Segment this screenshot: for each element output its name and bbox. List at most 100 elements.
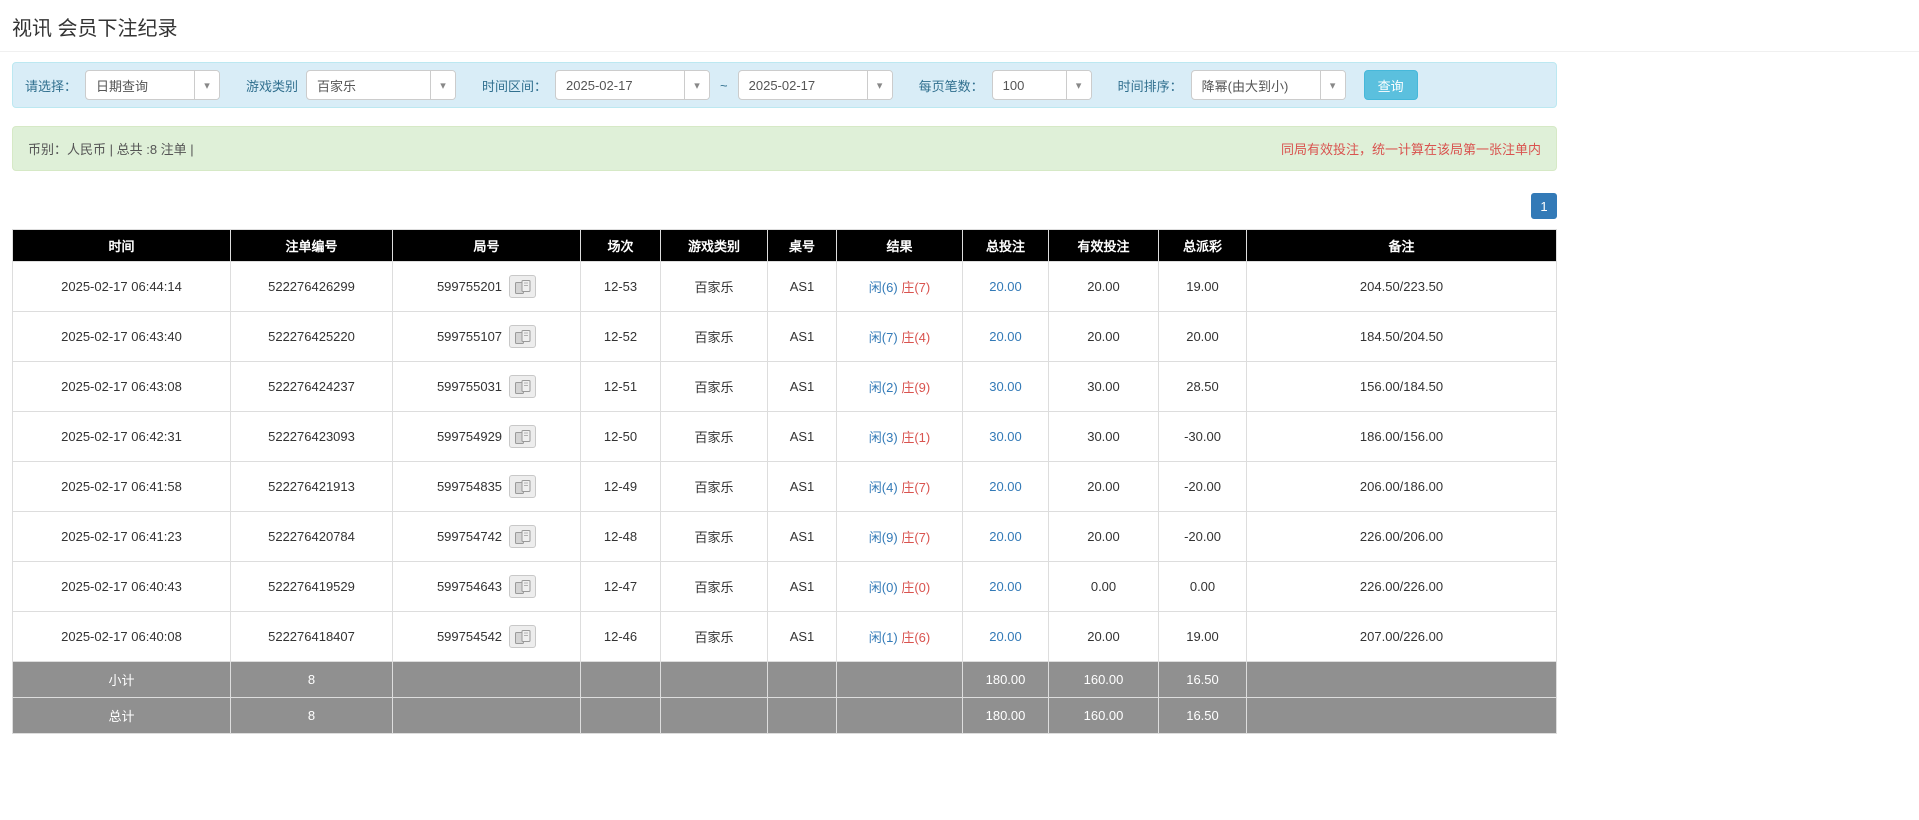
table-no-cell: AS1 (767, 361, 837, 412)
time-cell: 2025-02-17 06:40:43 (12, 561, 231, 612)
total-bet-link[interactable]: 20.00 (989, 329, 1022, 344)
player-result: 闲(3) (868, 430, 898, 445)
column-header: 时间 (12, 229, 231, 262)
result-cell: 闲(9) 庄(7) (836, 511, 963, 562)
round-cell: 599754742 (392, 511, 581, 562)
payout-cell: 0.00 (1158, 561, 1247, 612)
page-button[interactable]: 1 (1531, 193, 1557, 219)
player-result: 闲(2) (868, 380, 898, 395)
total-bet-cell: 20.00 (962, 261, 1049, 312)
table-no-cell: AS1 (767, 461, 837, 512)
page-size-select[interactable]: 100 ▾ (991, 70, 1092, 100)
summary-cell: 8 (230, 697, 393, 734)
filter-bar: 请选择： 日期查询 ▾ 游戏类别 百家乐 ▾ 时间区间： 2025-02-17 … (12, 62, 1557, 108)
remark-cell: 226.00/206.00 (1246, 511, 1557, 562)
date-from-value: 2025-02-17 (566, 77, 633, 93)
bet-id-cell: 522276420784 (230, 511, 393, 562)
valid-bet-cell: 20.00 (1048, 461, 1159, 512)
game-type-select[interactable]: 百家乐 ▾ (306, 70, 457, 100)
remark-cell: 226.00/226.00 (1246, 561, 1557, 612)
total-bet-link[interactable]: 20.00 (989, 479, 1022, 494)
payout-cell: -30.00 (1158, 411, 1247, 462)
view-round-cards-button[interactable] (509, 275, 537, 298)
player-result: 闲(0) (868, 580, 898, 595)
round-cell: 599754835 (392, 461, 581, 512)
summary-cell: 16.50 (1158, 661, 1247, 698)
table-no-cell: AS1 (767, 261, 837, 312)
player-result: 闲(7) (868, 330, 898, 345)
bet-id-cell: 522276425220 (230, 311, 393, 362)
game-type-cell: 百家乐 (660, 361, 768, 412)
date-to-select[interactable]: 2025-02-17 ▾ (737, 70, 893, 100)
session-cell: 12-50 (580, 411, 661, 462)
payout-cell: -20.00 (1158, 511, 1247, 562)
total-bet-cell: 30.00 (962, 411, 1049, 462)
table-no-cell: AS1 (767, 311, 837, 362)
game-type-cell: 百家乐 (660, 511, 768, 562)
view-round-cards-button[interactable] (509, 325, 537, 348)
time-cell: 2025-02-17 06:41:23 (12, 511, 231, 562)
total-bet-link[interactable]: 20.00 (989, 629, 1022, 644)
time-sort-select[interactable]: 降幂(由大到小) ▾ (1190, 70, 1346, 100)
game-type-cell: 百家乐 (660, 411, 768, 462)
session-cell: 12-51 (580, 361, 661, 412)
valid-bet-cell: 20.00 (1048, 261, 1159, 312)
player-result: 闲(1) (868, 630, 898, 645)
date-from-select[interactable]: 2025-02-17 ▾ (555, 70, 711, 100)
column-header: 游戏类别 (660, 229, 768, 262)
column-header: 有效投注 (1048, 229, 1159, 262)
total-bet-link[interactable]: 20.00 (989, 529, 1022, 544)
total-bet-link[interactable]: 20.00 (989, 279, 1022, 294)
round-number: 599754542 (436, 629, 503, 644)
payout-cell: 20.00 (1158, 311, 1247, 362)
valid-bet-cell: 20.00 (1048, 311, 1159, 362)
game-type-cell: 百家乐 (660, 311, 768, 362)
total-bet-cell: 20.00 (962, 611, 1049, 662)
summary-cell (1246, 697, 1557, 734)
summary-cell (660, 661, 768, 698)
view-round-cards-button[interactable] (509, 575, 537, 598)
notice-bar: 币别：人民币 | 总共 :8 注单 | 同局有效投注，统一计算在该局第一张注单内 (12, 126, 1557, 171)
remark-cell: 186.00/156.00 (1246, 411, 1557, 462)
remark-cell: 206.00/186.00 (1246, 461, 1557, 512)
banker-result: 庄(4) (901, 330, 931, 345)
session-cell: 12-48 (580, 511, 661, 562)
remark-cell: 204.50/223.50 (1246, 261, 1557, 312)
round-number: 599755031 (436, 379, 503, 394)
search-button[interactable]: 查询 (1363, 70, 1418, 100)
total-bet-link[interactable]: 20.00 (989, 579, 1022, 594)
column-header: 备注 (1246, 229, 1557, 262)
summary-cell (836, 661, 963, 698)
cards-icon (514, 429, 531, 444)
summary-cell (1246, 661, 1557, 698)
game-type-label: 游戏类别 (246, 78, 299, 94)
view-round-cards-button[interactable] (509, 625, 537, 648)
bet-id-cell: 522276426299 (230, 261, 393, 312)
summary-cell (580, 697, 661, 734)
query-type-select[interactable]: 日期查询 ▾ (85, 70, 221, 100)
view-round-cards-button[interactable] (509, 525, 537, 548)
summary-label: 小计 (12, 661, 231, 698)
chevron-down-icon: ▾ (684, 71, 710, 99)
column-header: 总派彩 (1158, 229, 1247, 262)
chevron-down-icon: ▾ (866, 71, 892, 99)
date-range-label: 时间区间： (482, 78, 548, 94)
view-round-cards-button[interactable] (509, 375, 537, 398)
result-cell: 闲(0) 庄(0) (836, 561, 963, 612)
content-container: 请选择： 日期查询 ▾ 游戏类别 百家乐 ▾ 时间区间： 2025-02-17 … (12, 62, 1557, 734)
total-bet-link[interactable]: 30.00 (989, 379, 1022, 394)
summary-row: 小计 8 180.00 160.00 16.50 (12, 661, 1557, 698)
banker-result: 庄(6) (901, 630, 931, 645)
payout-cell: 19.00 (1158, 261, 1247, 312)
table-header-row: 时间 注单编号 局号 场次 游戏类别 桌号 结果 总投注 有效投注 总派彩 备注 (12, 229, 1557, 262)
cards-icon (514, 629, 531, 644)
bet-id-cell: 522276423093 (230, 411, 393, 462)
view-round-cards-button[interactable] (509, 475, 537, 498)
summary-cell (392, 697, 581, 734)
total-bet-link[interactable]: 30.00 (989, 429, 1022, 444)
summary-cell (660, 697, 768, 734)
table-no-cell: AS1 (767, 511, 837, 562)
summary-cell (767, 697, 837, 734)
view-round-cards-button[interactable] (509, 425, 537, 448)
bet-id-cell: 522276421913 (230, 461, 393, 512)
